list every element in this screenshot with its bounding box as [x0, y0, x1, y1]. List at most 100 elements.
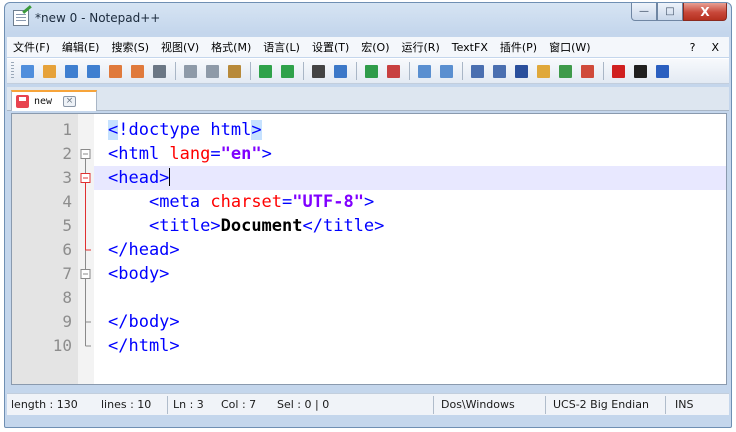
fold-tree [80, 149, 91, 347]
menu-search[interactable]: 搜索(S) [111, 39, 149, 55]
code-token: <meta [148, 192, 211, 212]
menu-macro[interactable]: 宏(O) [361, 39, 389, 55]
title-bar[interactable]: *new 0 - Notepad++ — □ X [5, 3, 731, 33]
menu-language[interactable]: 语言(L) [263, 39, 300, 55]
zoom-out-icon[interactable] [383, 61, 403, 81]
line-number: 5 [62, 216, 72, 235]
code-line[interactable]: <html lang="en"> [94, 142, 726, 166]
menu-textfx[interactable]: TextFX [452, 41, 488, 54]
play-macro-icon[interactable] [652, 61, 672, 81]
code-token: "UTF-8" [292, 192, 364, 212]
word-wrap-icon[interactable] [467, 61, 487, 81]
menu-edit[interactable]: 编辑(E) [62, 39, 100, 55]
save-icon[interactable] [61, 61, 81, 81]
notepad-window: *new 0 - Notepad++ — □ X 文件(F) 编辑(E) 搜索(… [4, 2, 732, 428]
code-line[interactable]: <head> [94, 166, 726, 190]
close-document-button[interactable]: X [711, 41, 719, 54]
menu-help[interactable]: ? [690, 41, 696, 54]
toolbar-separator [603, 62, 604, 80]
code-line[interactable]: <meta charset="UTF-8"> [94, 190, 726, 214]
code-line[interactable]: <!doctype html> [94, 118, 726, 142]
status-sel: Sel : 0 | 0 [277, 398, 330, 411]
menu-format[interactable]: 格式(M) [211, 39, 251, 55]
stop-record-icon[interactable] [630, 61, 650, 81]
code-line[interactable]: </head> [94, 238, 726, 262]
menu-bar: 文件(F) 编辑(E) 搜索(S) 视图(V) 格式(M) 语言(L) 设置(T… [7, 37, 729, 57]
code-line[interactable]: <body> [94, 262, 726, 286]
show-all-chars-icon[interactable] [489, 61, 509, 81]
menu-run[interactable]: 运行(R) [402, 39, 440, 55]
new-file-icon[interactable] [17, 61, 37, 81]
code-token: > [251, 120, 262, 140]
status-divider [665, 396, 666, 414]
replace-icon[interactable] [330, 61, 350, 81]
status-divider [433, 396, 434, 414]
fold-margin[interactable] [78, 114, 94, 384]
tab-new-0[interactable]: new × [11, 90, 97, 111]
line-number: 3 [62, 168, 72, 187]
maximize-button[interactable]: □ [657, 3, 683, 21]
code-token: > [363, 192, 375, 212]
close-icon[interactable] [105, 61, 125, 81]
code-line[interactable]: </html> [94, 334, 726, 358]
sync-vertical-icon[interactable] [414, 61, 434, 81]
cut-icon[interactable] [180, 61, 200, 81]
save-all-icon[interactable] [83, 61, 103, 81]
code-token: > [261, 144, 272, 164]
text-area[interactable]: <!doctype html> <html lang="en"> <head> <m… [94, 114, 726, 384]
toolbar-separator [356, 62, 357, 80]
code-line[interactable]: <title>Document</title> [94, 214, 726, 238]
toolbar [7, 58, 729, 84]
minimize-button[interactable]: — [631, 3, 657, 21]
find-icon[interactable] [308, 61, 328, 81]
code-token: </html> [108, 336, 180, 356]
code-line[interactable]: </body> [94, 310, 726, 334]
paste-icon[interactable] [224, 61, 244, 81]
doc-map-icon[interactable] [555, 61, 575, 81]
status-bar: length : 130 lines : 10 Ln : 3 Col : 7 S… [7, 393, 729, 415]
status-divider [545, 396, 546, 414]
status-eol: Dos\Windows [441, 398, 515, 411]
line-number: 6 [62, 240, 72, 259]
close-window-button[interactable]: X [683, 3, 727, 21]
copy-icon[interactable] [202, 61, 222, 81]
undo-icon[interactable] [255, 61, 275, 81]
status-col: Col : 7 [221, 398, 257, 411]
zoom-in-icon[interactable] [361, 61, 381, 81]
code-token: < [108, 120, 119, 140]
menu-file[interactable]: 文件(F) [13, 39, 50, 55]
code-token: <title> [148, 216, 221, 236]
toolbar-grip[interactable] [11, 62, 14, 80]
record-macro-icon[interactable] [608, 61, 628, 81]
code-token: <body> [108, 264, 170, 284]
language-icon[interactable] [533, 61, 553, 81]
code-token: Document [220, 216, 303, 236]
menu-view[interactable]: 视图(V) [161, 39, 199, 55]
menu-settings[interactable]: 设置(T) [312, 39, 349, 55]
close-all-icon[interactable] [127, 61, 147, 81]
code-token: = [210, 144, 221, 164]
indent-guide-icon[interactable] [511, 61, 531, 81]
code-token: charset [210, 192, 283, 212]
tab-close-icon[interactable]: × [63, 96, 77, 107]
redo-icon[interactable] [277, 61, 297, 81]
unsaved-icon [16, 95, 29, 108]
status-ln: Ln : 3 [173, 398, 204, 411]
status-length: length : 130 [11, 398, 78, 411]
menu-plugins[interactable]: 插件(P) [500, 39, 537, 55]
notepad-app-icon [13, 10, 29, 26]
code-line[interactable] [94, 286, 726, 310]
code-token: </body> [108, 312, 180, 332]
code-token: </head> [108, 240, 180, 260]
print-icon[interactable] [149, 61, 169, 81]
open-file-icon[interactable] [39, 61, 59, 81]
tab-label: new [34, 96, 53, 107]
menu-window[interactable]: 窗口(W) [549, 39, 590, 55]
tab-bar: new × [7, 87, 729, 111]
function-list-icon[interactable] [577, 61, 597, 81]
sync-horizontal-icon[interactable] [436, 61, 456, 81]
editor[interactable]: 1 2 3 4 5 6 7 8 9 10 <!doctype html> <html lang="e… [11, 113, 727, 385]
code-token: <head> [108, 168, 170, 188]
text-caret [169, 168, 171, 186]
